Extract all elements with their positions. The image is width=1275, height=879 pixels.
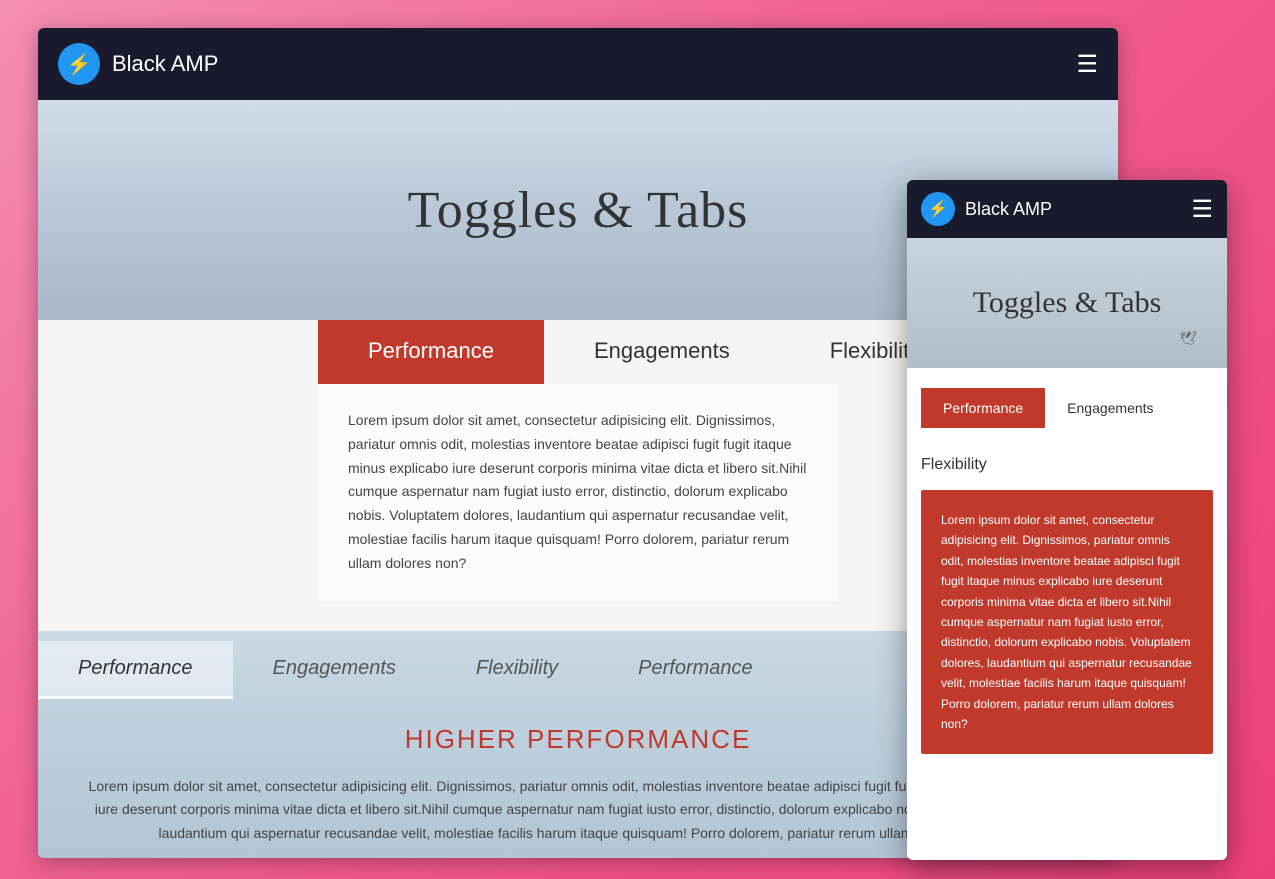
mobile-content-box: Lorem ipsum dolor sit amet, consectetur … — [921, 490, 1213, 754]
mobile-brand-name: Black AMP — [965, 199, 1052, 220]
mobile-lightning-icon: ⚡ — [921, 192, 955, 226]
mobile-brand: ⚡ Black AMP — [921, 192, 1052, 226]
brand-name: Black AMP — [112, 51, 218, 77]
hero-title: Toggles & Tabs — [408, 181, 749, 240]
bird-decoration: 🕊 — [1179, 331, 1197, 348]
tab-content-text-1: Lorem ipsum dolor sit amet, consectetur … — [348, 409, 808, 576]
navbar-brand: ⚡ Black AMP — [58, 43, 218, 85]
lightning-icon: ⚡ — [58, 43, 100, 85]
tab-content-1: Lorem ipsum dolor sit amet, consectetur … — [318, 384, 838, 601]
mobile-tab-area: Performance Engagements Flexibility Lore… — [907, 368, 1227, 774]
tab-engagements-2[interactable]: Engagements — [233, 641, 436, 699]
main-navbar: ⚡ Black AMP ☰ — [38, 28, 1118, 100]
mobile-navbar: ⚡ Black AMP ☰ — [907, 180, 1227, 238]
tab-performance-2[interactable]: Performance — [38, 641, 233, 699]
tab-bar-1: Performance Engagements Flexibility — [318, 320, 838, 384]
mobile-tab-performance[interactable]: Performance — [921, 388, 1045, 428]
mobile-window: ⚡ Black AMP ☰ Toggles & Tabs 🕊 Performan… — [907, 180, 1227, 860]
tab-performance-3[interactable]: Performance — [598, 641, 793, 699]
tab-performance-1[interactable]: Performance — [318, 320, 544, 384]
hamburger-menu-icon[interactable]: ☰ — [1076, 50, 1098, 79]
mobile-hero: Toggles & Tabs 🕊 — [907, 238, 1227, 368]
mobile-hero-title: Toggles & Tabs — [973, 286, 1162, 320]
tab-engagements-1[interactable]: Engagements — [544, 320, 780, 384]
mobile-tab-engagements[interactable]: Engagements — [1045, 388, 1175, 428]
mobile-hamburger-icon[interactable]: ☰ — [1191, 195, 1213, 224]
mobile-tab-bar: Performance Engagements — [921, 388, 1213, 428]
mobile-flexibility-label[interactable]: Flexibility — [921, 448, 1213, 490]
tab-flexibility-2[interactable]: Flexibility — [436, 641, 598, 699]
mobile-content-text: Lorem ipsum dolor sit amet, consectetur … — [941, 510, 1193, 734]
